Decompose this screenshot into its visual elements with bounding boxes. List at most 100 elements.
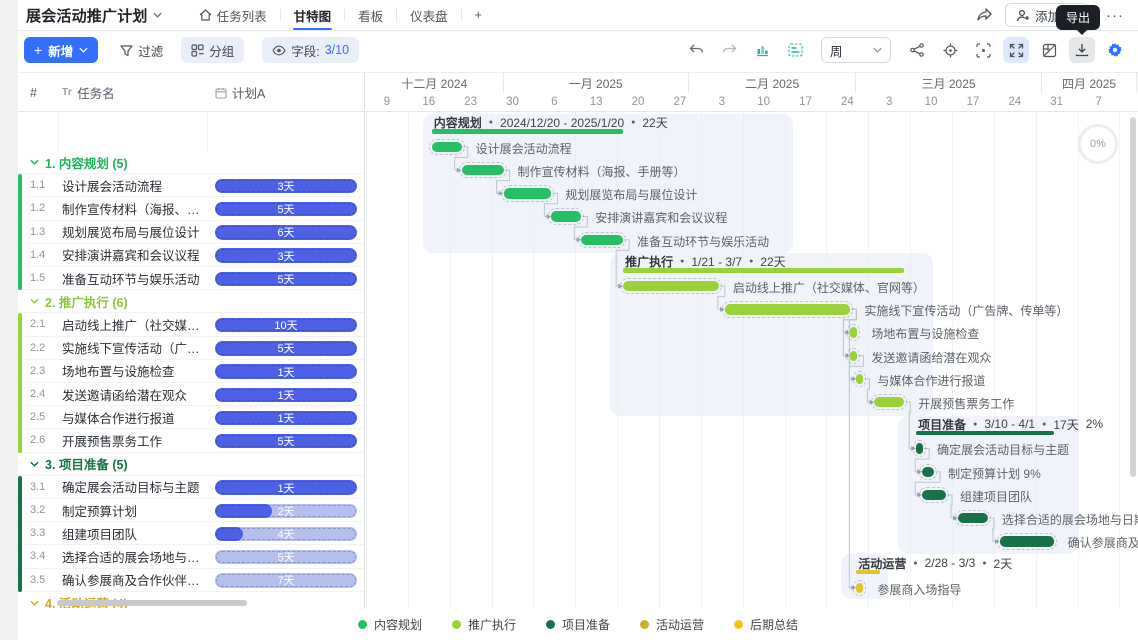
expand-fullscreen-icon-button[interactable]	[1003, 37, 1029, 63]
focus-icon-button[interactable]	[970, 37, 996, 63]
group-header-row[interactable]: 2. 推广执行 (6)	[18, 290, 364, 313]
group-duration: 17天	[1053, 416, 1078, 433]
table-row[interactable]: 2.4发送邀请函给潜在观众1天	[18, 383, 364, 406]
gantt-task-bar[interactable]	[922, 467, 934, 478]
collapse-chevron-icon[interactable]	[30, 298, 39, 304]
gantt-task-bar[interactable]	[581, 235, 623, 246]
table-row[interactable]: 2.2实施线下宣传活动（广告牌、传单等）5天	[18, 337, 364, 360]
collapse-chevron-icon[interactable]	[30, 159, 39, 165]
duration-pill[interactable]: 1天	[215, 480, 357, 495]
locate-target-icon-button[interactable]	[937, 37, 963, 63]
duration-pill[interactable]: 5天	[215, 341, 357, 356]
gantt-task-bar[interactable]	[623, 281, 719, 292]
table-row[interactable]: 1.4安排演讲嘉宾和会议议程3天	[18, 244, 364, 267]
collapse-chevron-icon[interactable]	[30, 461, 39, 467]
duration-pill[interactable]: 1天	[215, 364, 357, 379]
gantt-task-bar[interactable]	[462, 165, 504, 176]
gantt-task-bar[interactable]	[958, 513, 988, 524]
duration-pill[interactable]: 6天	[215, 225, 357, 240]
hide-table-icon-button[interactable]	[1036, 37, 1062, 63]
duration-pill[interactable]: 5天	[215, 550, 357, 565]
duration-pill-label: 1天	[215, 364, 357, 379]
gantt-task-bar[interactable]	[504, 188, 552, 199]
gantt-task-bar[interactable]	[850, 351, 857, 362]
fields-button[interactable]: 字段: 3/10	[262, 37, 359, 63]
horizontal-scrollbar[interactable]	[57, 600, 247, 606]
duration-pill[interactable]: 3天	[215, 179, 357, 194]
duration-pill[interactable]: 1天	[215, 388, 357, 403]
more-button[interactable]: ···	[1102, 7, 1128, 24]
time-scale-select[interactable]: 周	[821, 37, 891, 63]
tab-add[interactable]: +	[462, 0, 495, 30]
group-summary-bar[interactable]	[916, 431, 1054, 436]
group-title: 3. 项目准备 (5)	[45, 454, 128, 473]
legend-item[interactable]: 活动运营	[640, 616, 704, 633]
time-scale-value: 周	[830, 41, 843, 60]
chart-icon-button[interactable]	[749, 37, 775, 63]
tab-任务列表[interactable]: 任务列表	[186, 0, 280, 30]
share-nodes-icon-button[interactable]	[904, 37, 930, 63]
progress-ring[interactable]: 0%	[1078, 124, 1118, 164]
tab-仪表盘[interactable]: 仪表盘	[397, 0, 461, 30]
column-header-name[interactable]: Tr 任务名	[62, 73, 115, 112]
gantt-task-bar[interactable]	[432, 142, 462, 153]
tab-看板[interactable]: 看板	[345, 0, 396, 30]
table-row[interactable]: 2.3场地布置与设施检查1天	[18, 360, 364, 383]
column-header-plan[interactable]: 计划A	[215, 73, 265, 112]
redo-button[interactable]	[716, 37, 742, 63]
table-row[interactable]: 2.6开展预售票务工作5天	[18, 429, 364, 452]
gantt-task-bar[interactable]	[874, 397, 904, 408]
duration-pill[interactable]: 2天	[215, 504, 357, 519]
gantt-task-bar[interactable]	[725, 304, 851, 315]
table-row[interactable]: 1.2制作宣传材料（海报、手册等）5天	[18, 197, 364, 220]
download-icon-button[interactable]	[1069, 37, 1095, 63]
gantt-task-bar[interactable]	[1000, 536, 1054, 547]
duration-pill[interactable]: 1天	[215, 411, 357, 426]
filter-button[interactable]: 过滤	[120, 41, 163, 60]
gantt-task-bar[interactable]	[916, 443, 923, 454]
collapse-chevron-icon[interactable]	[30, 600, 39, 606]
undo-button[interactable]	[683, 37, 709, 63]
table-row[interactable]: 1.5准备互动环节与娱乐活动5天	[18, 267, 364, 290]
duration-pill[interactable]: 4天	[215, 527, 357, 542]
duration-pill[interactable]: 5天	[215, 434, 357, 449]
group-button[interactable]: 分组	[181, 37, 244, 63]
table-row[interactable]: 3.1确定展会活动目标与主题1天	[18, 476, 364, 499]
group-header-row[interactable]: 1. 内容规划 (5)	[18, 151, 364, 174]
duration-pill[interactable]: 7天	[215, 573, 357, 588]
table-row[interactable]: 2.1启动线上推广（社交媒体、官网等）10天	[18, 313, 364, 336]
toolbar: + 新增 过滤 分组 字段: 3/10 周	[18, 34, 1138, 66]
legend-item[interactable]: 后期总结	[734, 616, 798, 633]
project-title-menu[interactable]: 展会活动推广计划	[26, 5, 162, 26]
group-summary-bar[interactable]	[623, 268, 904, 273]
legend-item[interactable]: 推广执行	[452, 616, 516, 633]
legend-item[interactable]: 项目准备	[546, 616, 610, 633]
table-row[interactable]: 3.5确认参展商及合作伙伴名单7天	[18, 569, 364, 592]
gantt-task-bar[interactable]	[551, 211, 581, 222]
new-task-button[interactable]: + 新增	[24, 37, 98, 63]
gantt-task-bar[interactable]	[922, 490, 946, 501]
duration-pill[interactable]: 5天	[215, 202, 357, 217]
vertical-scrollbar[interactable]	[1130, 117, 1136, 477]
gantt-task-bar[interactable]	[856, 583, 863, 594]
tab-甘特图[interactable]: 甘特图	[281, 0, 345, 30]
task-id: 1.4	[30, 244, 45, 266]
group-summary-bar[interactable]	[432, 129, 623, 134]
group-summary-bar[interactable]	[856, 570, 880, 575]
table-row[interactable]: 3.3组建项目团队4天	[18, 522, 364, 545]
duration-pill[interactable]: 3天	[215, 248, 357, 263]
table-row[interactable]: 3.4选择合适的展会场地与日期5天	[18, 545, 364, 568]
duration-pill[interactable]: 5天	[215, 272, 357, 287]
baseline-compare-icon-button[interactable]	[782, 37, 808, 63]
duration-pill[interactable]: 10天	[215, 318, 357, 333]
legend-item[interactable]: 内容规划	[358, 616, 422, 633]
group-header-row[interactable]: 3. 项目准备 (5)	[18, 453, 364, 476]
table-row[interactable]: 2.5与媒体合作进行报道1天	[18, 406, 364, 429]
settings-gear-icon-button[interactable]	[1102, 37, 1128, 63]
share-forward-icon[interactable]	[977, 8, 993, 22]
gantt-task-bar[interactable]	[850, 327, 857, 338]
table-row[interactable]: 3.2制定预算计划2天	[18, 499, 364, 522]
week-tick-label: 30	[491, 93, 533, 112]
table-row[interactable]: 1.3规划展览布局与展位设计6天	[18, 221, 364, 244]
table-row[interactable]: 1.1设计展会活动流程3天	[18, 174, 364, 197]
